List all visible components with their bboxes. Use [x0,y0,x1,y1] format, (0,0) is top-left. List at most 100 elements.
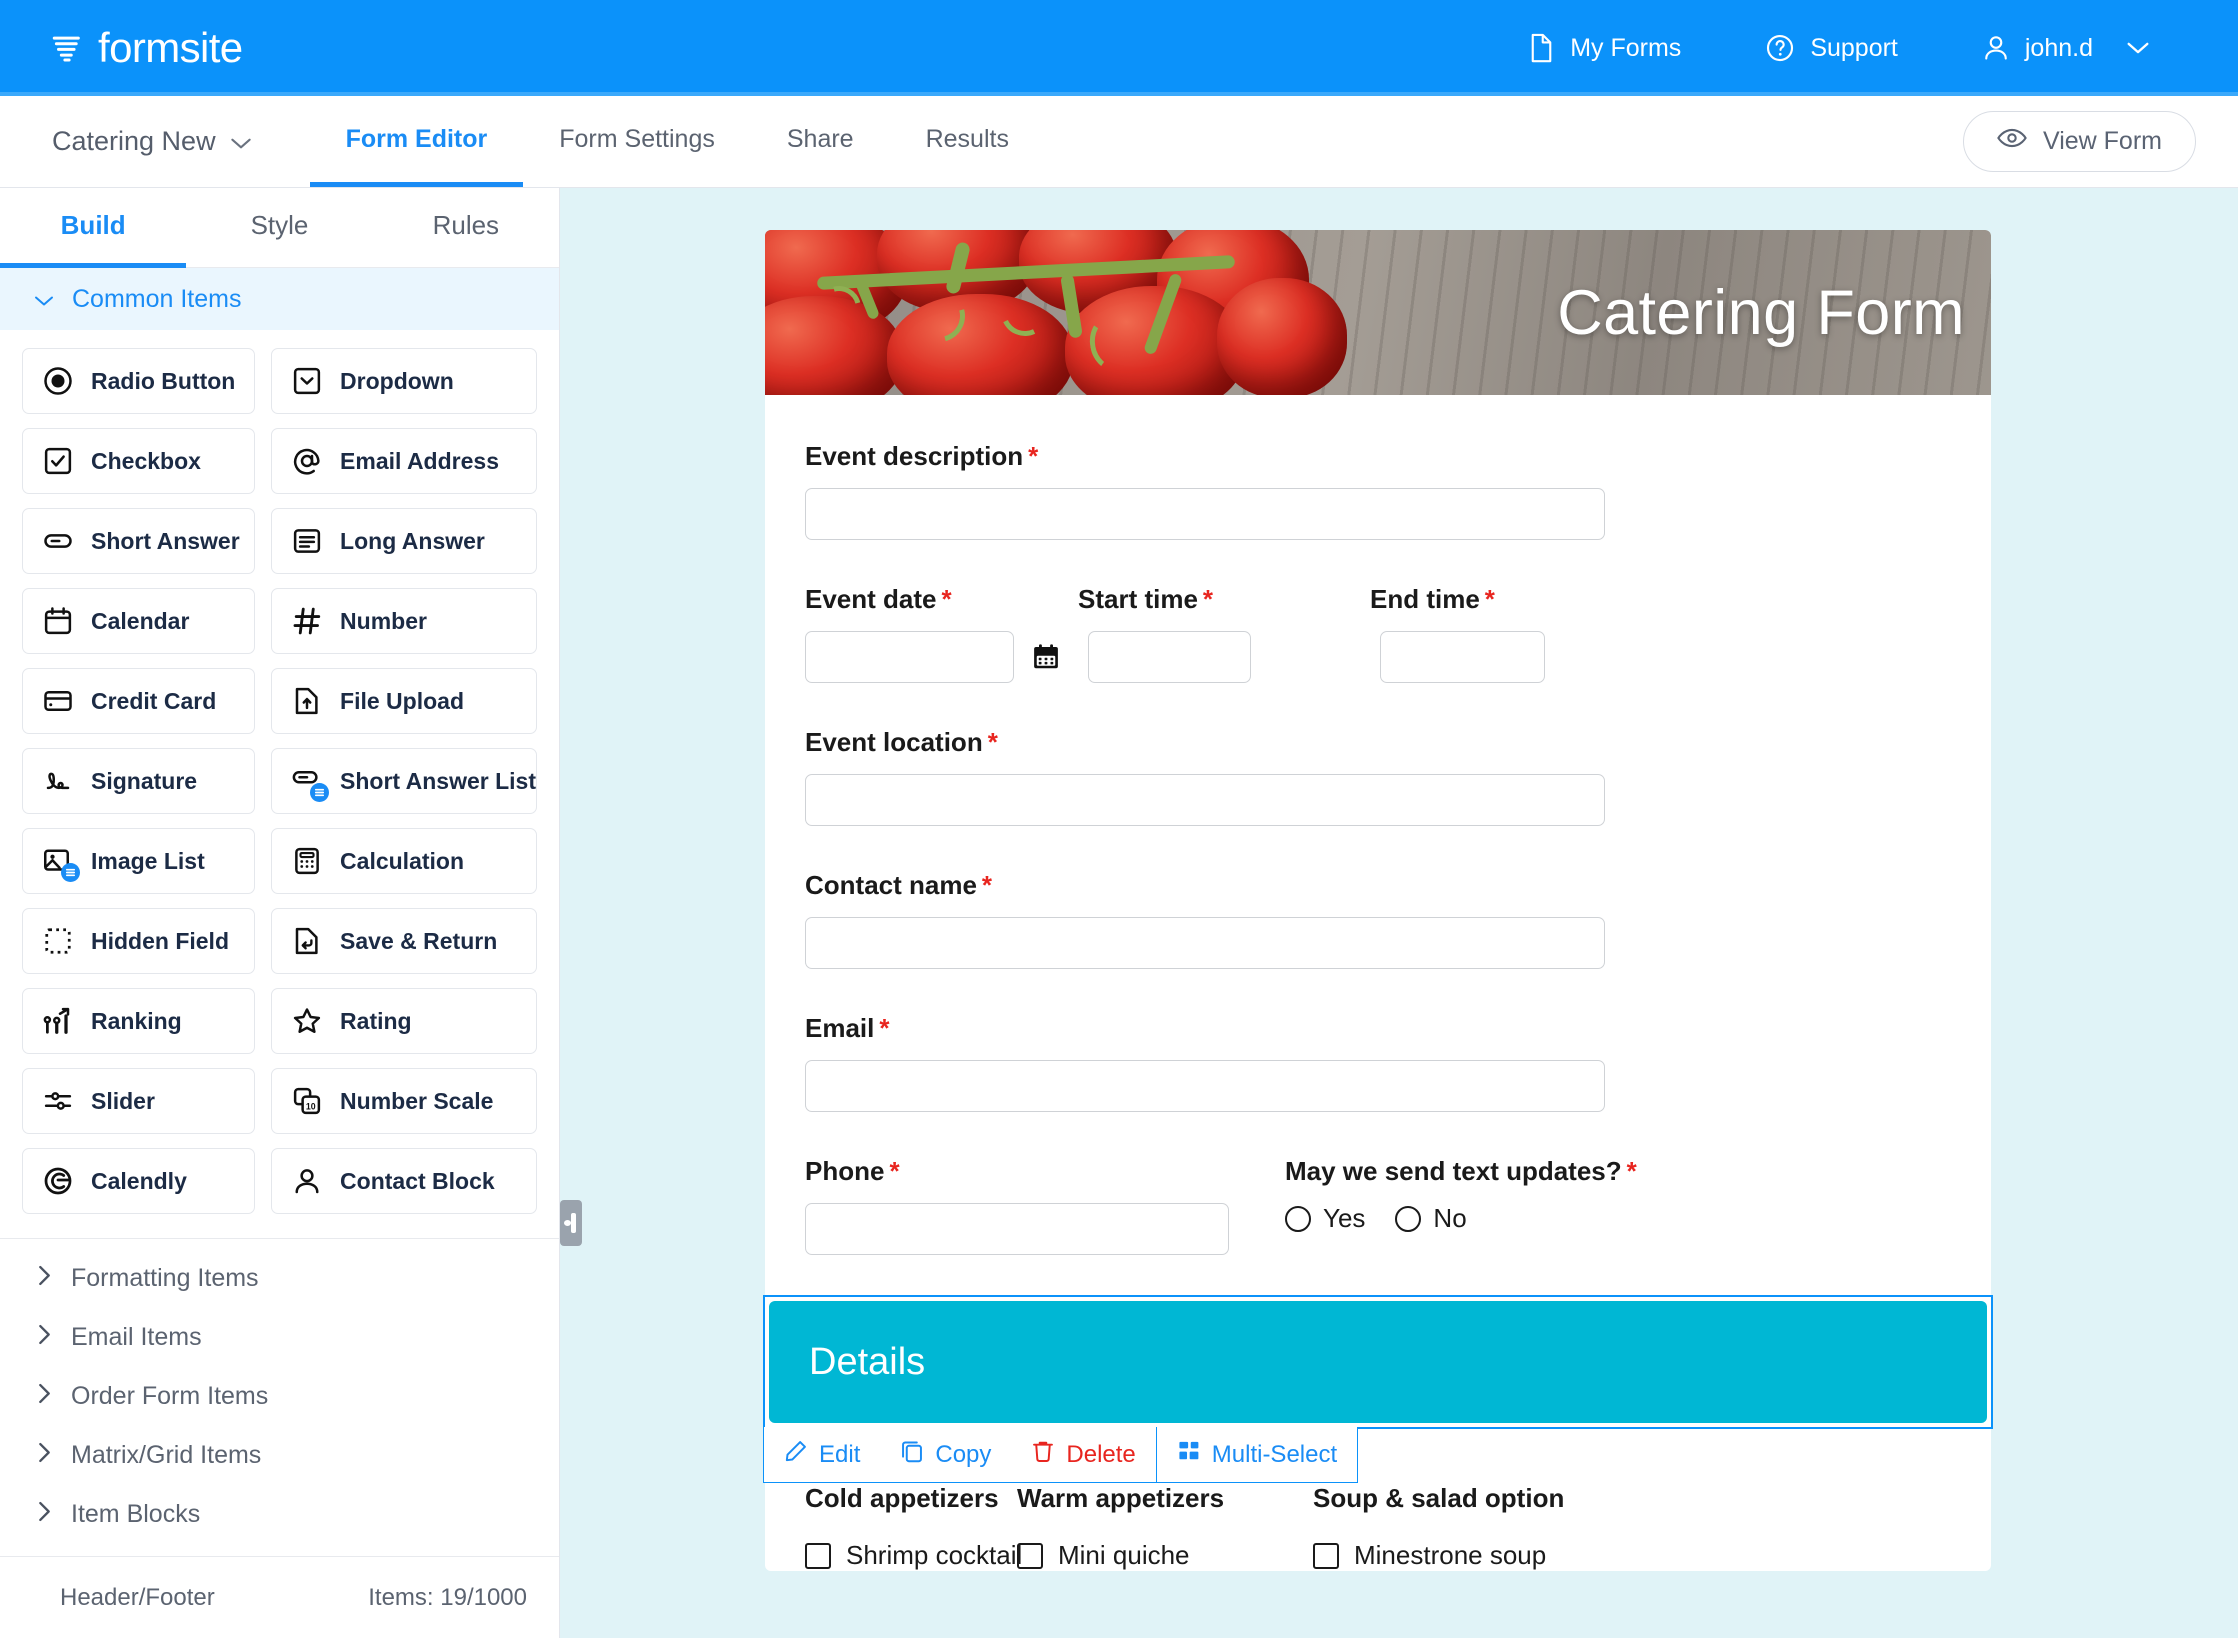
palette-item-radio-button[interactable]: Radio Button [22,348,255,414]
checkbox-minestrone-soup[interactable]: Minestrone soup [1313,1540,1613,1571]
field-row-phone-updates: Phone* May we send text updates?* [805,1156,1951,1255]
radio-option-yes[interactable]: Yes [1285,1203,1365,1234]
radio-button-icon [43,366,73,396]
field-label: Event date* [805,584,1024,615]
end-time-input[interactable] [1380,631,1545,683]
form-canvas: Catering Form Event description* Event d… [560,188,2238,1638]
checkbox-shrimp-cocktail[interactable]: Shrimp cocktail [805,1540,1017,1571]
tab-share[interactable]: Share [751,96,890,187]
delete-button-label: Delete [1066,1441,1135,1469]
group-matrix-grid-items[interactable]: Matrix/Grid Items [0,1426,559,1485]
calendar-picker-icon[interactable] [1031,642,1061,672]
field-row-date-time: Event date* Start time* End ti [805,584,1951,683]
field-label: May we send text updates?* [1285,1156,1637,1187]
palette-item-dropdown[interactable]: Dropdown [271,348,537,414]
nav-my-forms[interactable]: My Forms [1486,33,1723,63]
required-marker: * [988,727,998,757]
formsite-logo-icon [50,31,84,65]
palette-item-calculation[interactable]: Calculation [271,828,537,894]
palette-item-file-upload[interactable]: File Upload [271,668,537,734]
event-location-input[interactable] [805,774,1605,826]
svg-text:10: 10 [306,1101,316,1111]
group-label: Formatting Items [71,1264,259,1293]
item-action-toolbar: Edit Copy [763,1427,1358,1483]
form-name-selector[interactable]: Catering New [0,96,252,187]
tab-results[interactable]: Results [890,96,1045,187]
edit-button[interactable]: Edit [764,1427,880,1482]
group-email-items[interactable]: Email Items [0,1308,559,1367]
multi-select-button[interactable]: Multi-Select [1156,1427,1357,1482]
palette-item-checkbox[interactable]: Checkbox [22,428,255,494]
view-form-button[interactable]: View Form [1963,111,2196,172]
phone-input[interactable] [805,1203,1229,1255]
palette-item-credit-card[interactable]: Credit Card [22,668,255,734]
group-common-items[interactable]: Common Items [0,268,559,330]
contact-name-input[interactable] [805,917,1605,969]
required-marker: * [942,584,952,614]
sidebar-tab-build[interactable]: Build [0,188,186,268]
palette-item-rating[interactable]: Rating [271,988,537,1054]
sidebar-collapse-handle[interactable] [560,1200,582,1246]
sidebar-tab-rules[interactable]: Rules [373,188,559,268]
email-input[interactable] [805,1060,1605,1112]
question-circle-icon [1765,33,1795,63]
radio-option-no[interactable]: No [1395,1203,1466,1234]
chevron-down-icon [34,285,54,314]
sidebar-tabs: Build Style Rules [0,188,559,268]
ranking-icon [43,1006,73,1036]
save-return-icon [292,926,322,956]
delete-button[interactable]: Delete [1011,1427,1155,1482]
view-form-label: View Form [2043,127,2162,156]
group-item-blocks[interactable]: Item Blocks [0,1485,559,1544]
palette-item-label: Email Address [340,448,499,475]
trash-icon [1031,1439,1055,1470]
details-section-selected[interactable]: Details Edit [763,1295,1993,1429]
palette-item-label: Number [340,608,427,635]
tab-form-editor[interactable]: Form Editor [310,96,524,187]
field-label: End time* [1370,584,1534,615]
group-order-form-items[interactable]: Order Form Items [0,1367,559,1426]
pencil-icon [784,1439,808,1470]
palette-item-contact-block[interactable]: Contact Block [271,1148,537,1214]
palette-item-number[interactable]: Number [271,588,537,654]
event-description-input[interactable] [805,488,1605,540]
file-upload-icon [292,686,322,716]
palette-item-long-answer[interactable]: Long Answer [271,508,537,574]
form-toolbar: Catering New Form Editor Form Settings S… [0,96,2238,188]
group-label: Email Items [71,1323,202,1352]
palette-item-save-return[interactable]: Save & Return [271,908,537,974]
palette-item-slider[interactable]: Slider [22,1068,255,1134]
calendly-icon [43,1166,73,1196]
header-footer-link[interactable]: Header/Footer [60,1584,215,1612]
tab-form-settings[interactable]: Form Settings [523,96,751,187]
palette-item-hidden-field[interactable]: Hidden Field [22,908,255,974]
palette-item-label: Image List [91,848,205,875]
palette-item-image-list[interactable]: Image List [22,828,255,894]
sidebar-tab-style[interactable]: Style [186,188,372,268]
copy-icon [900,1439,924,1470]
form-fields: Event description * Event date* [765,395,1991,1255]
group-formatting-items[interactable]: Formatting Items [0,1249,559,1308]
palette-item-short-answer-list[interactable]: Short Answer List [271,748,537,814]
nav-support[interactable]: Support [1723,33,1940,63]
sidebar-tab-rules-label: Rules [433,210,499,241]
palette-item-ranking[interactable]: Ranking [22,988,255,1054]
column-heading: Warm appetizers [1017,1483,1313,1514]
field-label-text: Event description [805,441,1023,471]
nav-user-menu[interactable]: john.d [1940,33,2192,63]
palette-item-calendar[interactable]: Calendar [22,588,255,654]
user-icon [292,1166,322,1196]
palette-item-signature[interactable]: Signature [22,748,255,814]
brand-logo[interactable]: formsite [50,27,243,69]
palette-item-label: Ranking [91,1008,182,1035]
palette-item-email-address[interactable]: Email Address [271,428,537,494]
palette-item-short-answer[interactable]: Short Answer [22,508,255,574]
checkbox-icon [1017,1543,1043,1569]
event-date-input[interactable] [805,631,1014,683]
palette-item-calendly[interactable]: Calendly [22,1148,255,1214]
copy-button[interactable]: Copy [880,1427,1011,1482]
checkbox-mini-quiche[interactable]: Mini quiche [1017,1540,1313,1571]
palette-item-number-scale[interactable]: 10 Number Scale [271,1068,537,1134]
palette-item-label: Contact Block [340,1168,495,1195]
start-time-input[interactable] [1088,631,1251,683]
